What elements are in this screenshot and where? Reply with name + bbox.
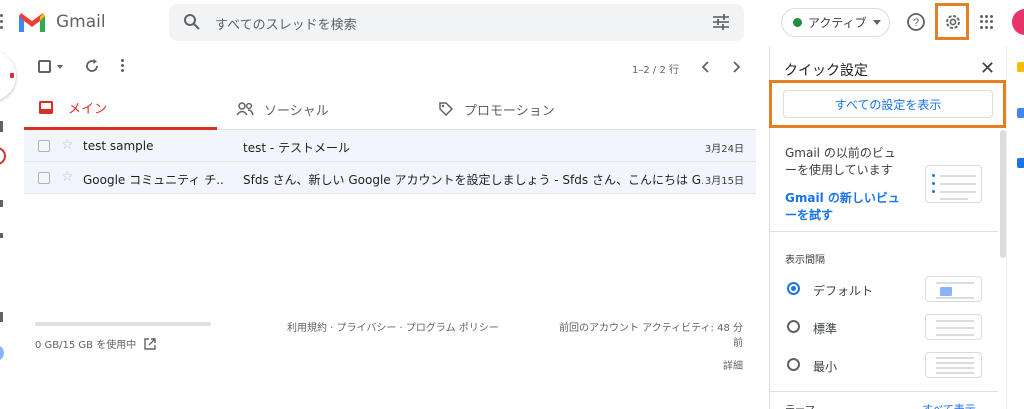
status-dropdown[interactable]: アクティブ (781, 8, 890, 37)
old-view-thumbnail (925, 165, 982, 203)
radio-default[interactable] (787, 282, 800, 295)
density-option-label: 最小 (813, 360, 838, 374)
density-option-compact[interactable]: 最小 (785, 352, 995, 380)
theme-view-all-link[interactable]: すべて表示 (922, 401, 976, 409)
try-new-view-link[interactable]: Gmail の新しいビューを試す (785, 190, 905, 224)
quick-settings-title: クイック設定 (784, 63, 868, 79)
star-icon[interactable]: ☆ (61, 137, 74, 153)
search-input[interactable]: すべてのスレッドを検索 (215, 14, 357, 33)
select-all-checkbox[interactable] (38, 60, 51, 73)
apps-grid-icon[interactable] (980, 15, 994, 29)
select-caret-icon[interactable] (57, 65, 63, 69)
density-comfortable-thumbnail (925, 314, 982, 340)
category-tabs: メイン ソーシャル プロモーション (24, 88, 756, 130)
density-option-label: 標準 (813, 322, 838, 336)
all-settings-button[interactable]: すべての設定を表示 (783, 90, 993, 118)
email-subject: test - テストメール (243, 141, 351, 155)
search-options-icon[interactable] (712, 14, 730, 30)
email-list: ☆ test sample test - テストメール 3月24日 ☆ Goog… (24, 130, 756, 194)
gmail-logo[interactable]: Gmail (17, 11, 106, 33)
email-sender: Google コミュニティ チ... (83, 173, 223, 187)
old-view-text: Gmail の以前のビューを使用しています (785, 146, 896, 177)
storage-bar (35, 322, 211, 326)
account-activity: 前回のアカウント アクティビティ: 48 分前 詳細 (555, 319, 743, 372)
compose-button[interactable] (0, 51, 16, 101)
tab-label: プロモーション (464, 103, 555, 119)
pagination-text: 1–2 / 2 行 (632, 65, 679, 76)
rail-meet-icon[interactable] (0, 345, 4, 361)
email-sender: test sample (83, 139, 154, 153)
density-default-thumbnail (925, 276, 982, 302)
storage-info: 0 GB/15 GB を使用中 (35, 322, 211, 351)
rail-item[interactable] (0, 121, 3, 132)
refresh-icon[interactable] (84, 58, 100, 74)
inbox-icon (39, 101, 53, 114)
close-icon[interactable]: ✕ (980, 58, 995, 79)
side-panel-strip (1006, 46, 1024, 409)
avatar[interactable] (1012, 9, 1024, 35)
side-app-icon[interactable] (1017, 108, 1024, 118)
help-icon[interactable]: ? (906, 12, 926, 32)
divider (770, 391, 998, 392)
side-app-icon[interactable] (1017, 158, 1024, 168)
details-link[interactable]: 詳細 (555, 357, 743, 372)
storage-text: 0 GB/15 GB を使用中 (35, 340, 137, 351)
tab-label: ソーシャル (264, 103, 329, 119)
density-label: 表示間隔 (785, 255, 825, 266)
theme-label: テーマ (785, 401, 815, 409)
row-checkbox[interactable] (38, 172, 50, 184)
side-app-icon[interactable] (1017, 62, 1024, 72)
quick-settings-panel: クイック設定 ✕ すべての設定を表示 Gmail の以前のビューを使用しています… (769, 46, 1006, 409)
density-option-label: デフォルト (813, 284, 874, 298)
radio-comfortable[interactable] (787, 320, 800, 333)
density-compact-thumbnail (925, 352, 982, 378)
gmail-m-icon (19, 13, 45, 32)
footer-links[interactable]: 利用規約 · プライバシー · プログラム ポリシー (287, 319, 499, 334)
status-dot-icon (793, 18, 802, 27)
people-icon (236, 102, 254, 116)
rail-item[interactable] (0, 200, 3, 207)
radio-compact[interactable] (787, 358, 800, 371)
tag-icon (439, 102, 454, 117)
chevron-left-icon[interactable] (700, 60, 712, 74)
tab-label: メイン (68, 102, 108, 117)
rail-item[interactable] (0, 312, 3, 322)
last-activity-text: 前回のアカウント アクティビティ: 48 分前 (559, 323, 743, 349)
tab-social[interactable]: ソーシャル (236, 88, 329, 130)
gmail-window: Gmail すべてのスレッドを検索 アクティブ ? 1–2 / 2 行 メイン … (0, 0, 1024, 409)
list-toolbar: 1–2 / 2 行 (24, 56, 768, 78)
gear-icon[interactable] (944, 13, 962, 31)
tab-main[interactable]: メイン (24, 88, 217, 130)
caret-down-icon (872, 20, 881, 25)
top-header: Gmail すべてのスレッドを検索 アクティブ ? (0, 0, 1024, 46)
status-label: アクティブ (808, 16, 867, 30)
divider (770, 231, 998, 232)
settings-highlight (935, 3, 969, 40)
svg-text:?: ? (913, 17, 919, 29)
rail-item[interactable] (0, 233, 3, 238)
density-option-default[interactable]: デフォルト (785, 276, 995, 304)
email-date: 3月24日 (704, 144, 744, 155)
more-options-icon[interactable] (121, 59, 125, 73)
rail-inbox-icon[interactable] (0, 147, 6, 165)
email-date: 3月15日 (704, 176, 744, 187)
email-row[interactable]: ☆ Google コミュニティ チ... Sfds さん、新しい Google … (24, 162, 756, 194)
density-option-comfortable[interactable]: 標準 (785, 314, 995, 342)
row-checkbox[interactable] (38, 140, 50, 152)
star-icon[interactable]: ☆ (61, 169, 74, 185)
external-link-icon[interactable] (144, 337, 156, 350)
main-menu-icon[interactable] (0, 14, 4, 30)
search-icon[interactable] (183, 13, 201, 31)
tab-promotions[interactable]: プロモーション (438, 88, 555, 130)
all-settings-highlight: すべての設定を表示 (769, 80, 1006, 128)
search-bar[interactable]: すべてのスレッドを検索 (169, 4, 744, 41)
app-name: Gmail (56, 12, 106, 32)
chevron-right-icon[interactable] (730, 60, 742, 74)
email-row[interactable]: ☆ test sample test - テストメール 3月24日 (24, 130, 756, 162)
email-subject: Sfds さん、新しい Google アカウントを設定しましょう - Sfds … (243, 173, 703, 187)
